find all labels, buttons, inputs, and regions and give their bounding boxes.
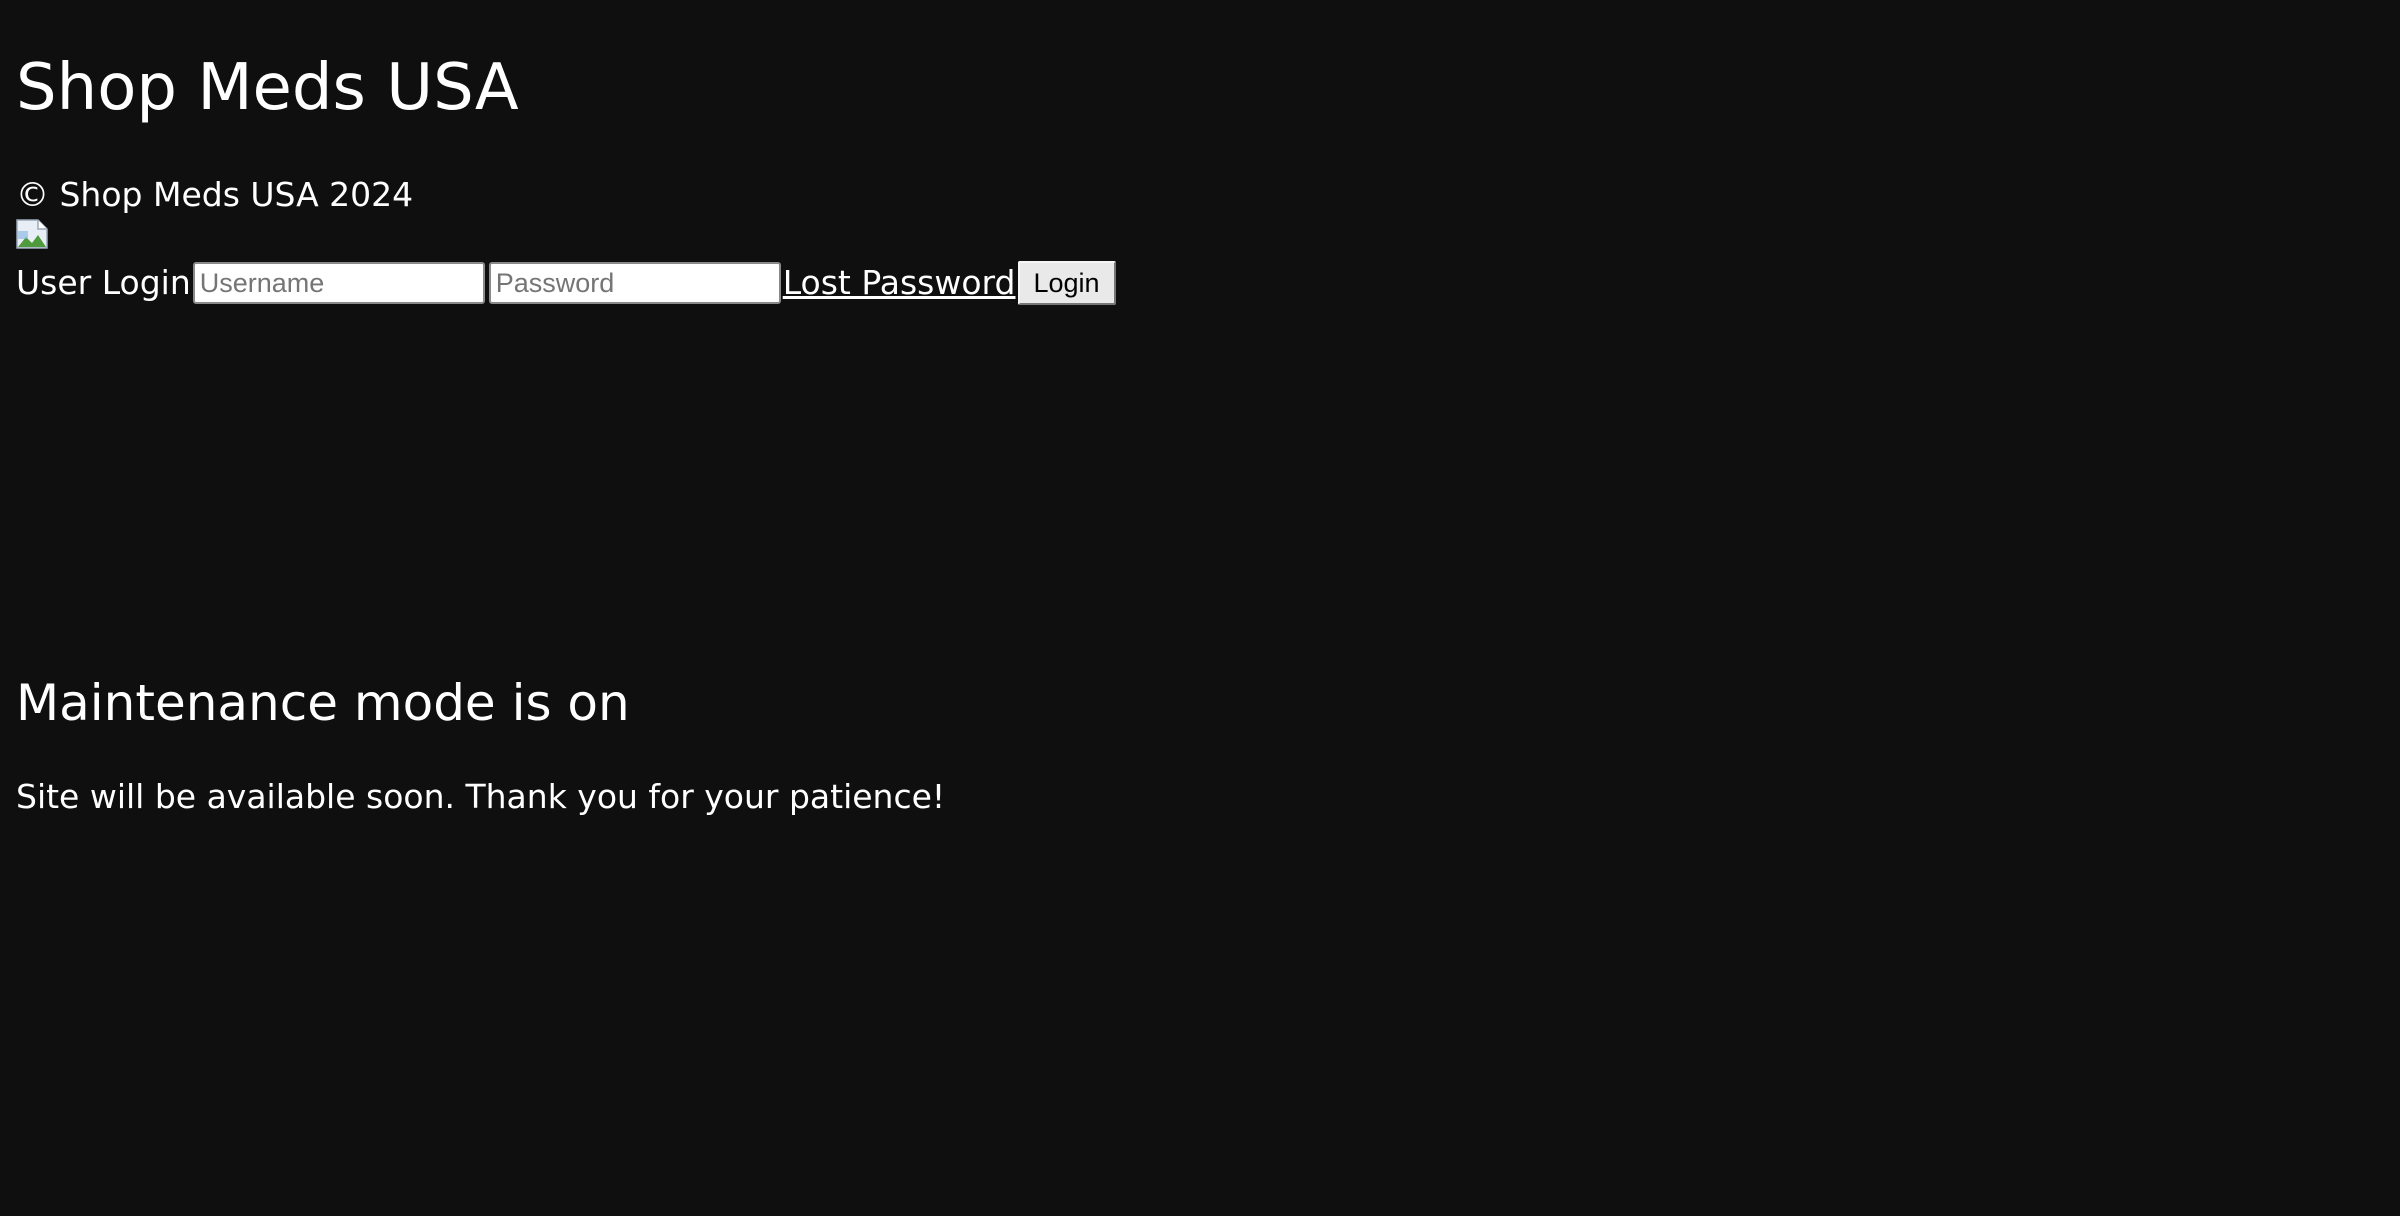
copyright-text: © Shop Meds USA 2024 (16, 175, 414, 214)
password-input[interactable] (488, 262, 781, 304)
broken-image-icon (16, 219, 48, 249)
site-title: Shop Meds USA (16, 51, 519, 125)
maintenance-message: Site will be available soon. Thank you f… (16, 777, 946, 816)
login-button[interactable]: Login (1017, 261, 1116, 305)
maintenance-heading: Maintenance mode is on (16, 674, 630, 732)
login-form: User Login Lost Password Login (16, 258, 1116, 308)
lost-password-link[interactable]: Lost Password (783, 262, 1016, 304)
user-login-label: User Login (16, 263, 191, 302)
maintenance-page: Shop Meds USA © Shop Meds USA 2024 User … (0, 0, 2400, 1216)
username-input[interactable] (192, 262, 485, 304)
